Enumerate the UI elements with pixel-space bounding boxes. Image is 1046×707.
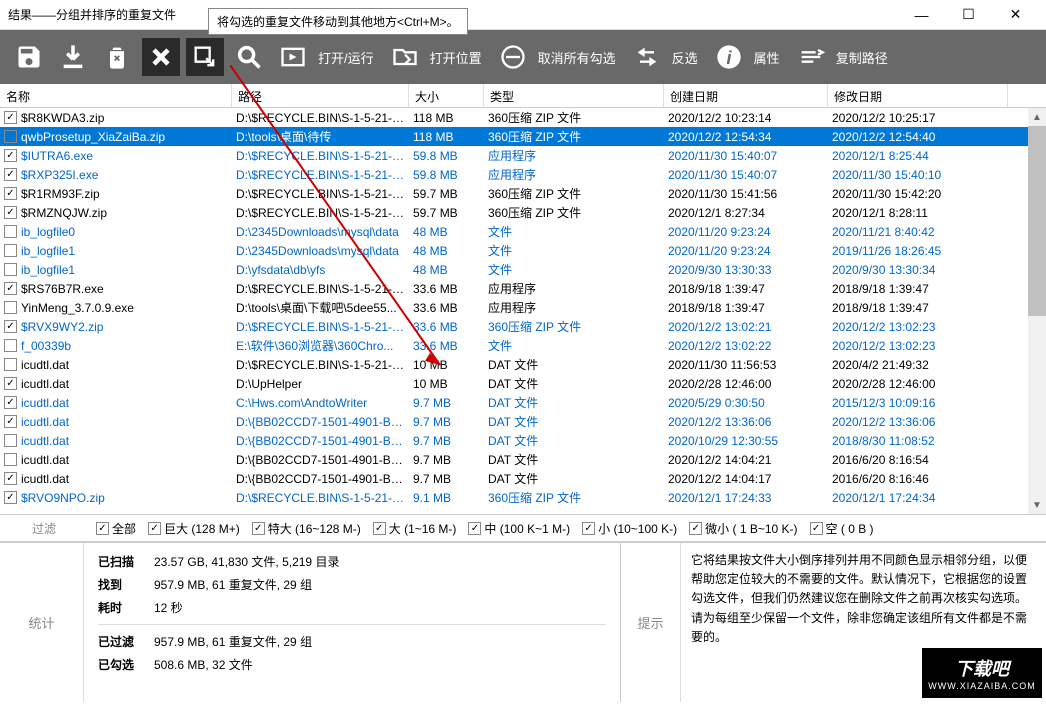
download-icon[interactable] [54, 38, 92, 76]
uncheck-all-label[interactable]: 取消所有勾选 [538, 48, 616, 67]
table-row[interactable]: ib_logfile1D:\2345Downloads\mysql\data48… [0, 241, 1046, 260]
table-row[interactable]: $RMZNQJW.zipD:\$RECYCLE.BIN\S-1-5-21-21.… [0, 203, 1046, 222]
row-checkbox[interactable] [4, 206, 17, 219]
delete-icon[interactable] [142, 38, 180, 76]
table-row[interactable]: $RVX9WY2.zipD:\$RECYCLE.BIN\S-1-5-21-21.… [0, 317, 1046, 336]
scroll-up-icon[interactable]: ▲ [1028, 108, 1046, 126]
search-icon[interactable] [230, 38, 268, 76]
table-row[interactable]: ib_logfile0D:\2345Downloads\mysql\data48… [0, 222, 1046, 241]
scrollbar[interactable]: ▲ ▼ [1028, 108, 1046, 514]
row-checkbox[interactable] [4, 301, 17, 314]
uncheck-all-icon[interactable] [494, 38, 532, 76]
filter-big-check[interactable] [252, 522, 265, 535]
row-checkbox[interactable] [4, 434, 17, 447]
row-checkbox[interactable] [4, 282, 17, 295]
save-icon[interactable] [10, 38, 48, 76]
row-checkbox[interactable] [4, 396, 17, 409]
scroll-down-icon[interactable]: ▼ [1028, 496, 1046, 514]
table-row[interactable]: qwbProsetup_XiaZaiBa.zipD:\tools\桌面\待传11… [0, 127, 1046, 146]
table-row[interactable]: $IUTRA6.exeD:\$RECYCLE.BIN\S-1-5-21-21..… [0, 146, 1046, 165]
filter-empty-check[interactable] [810, 522, 823, 535]
move-icon[interactable] [186, 38, 224, 76]
properties-icon[interactable]: i [710, 38, 748, 76]
col-name[interactable]: 名称 [0, 84, 232, 107]
copy-path-label[interactable]: 复制路径 [836, 48, 888, 67]
tooltip: 将勾选的重复文件移动到其他地方<Ctrl+M>。 [208, 8, 468, 35]
stats-body: 已扫描23.57 GB, 41,830 文件, 5,219 目录 找到957.9… [84, 543, 620, 702]
table-row[interactable]: ib_logfile1D:\yfsdata\db\yfs48 MB文件2020/… [0, 260, 1046, 279]
stats-label: 统计 [0, 543, 84, 702]
table-header: 名称 路径 大小 类型 创建日期 修改日期 [0, 84, 1046, 108]
open-run-icon[interactable] [274, 38, 312, 76]
toolbar: 将勾选的重复文件移动到其他地方<Ctrl+M>。 打开/运行 打开位置 取消所有… [0, 30, 1046, 84]
open-run-label[interactable]: 打开/运行 [318, 48, 374, 67]
watermark: 下载吧 WWW.XIAZAIBA.COM [922, 648, 1042, 698]
table-row[interactable]: $RS76B7R.exeD:\$RECYCLE.BIN\S-1-5-21-21.… [0, 279, 1046, 298]
row-checkbox[interactable] [4, 339, 17, 352]
filter-large-check[interactable] [373, 522, 386, 535]
row-checkbox[interactable] [4, 472, 17, 485]
close-button[interactable]: ✕ [993, 1, 1038, 29]
maximize-button[interactable]: ☐ [946, 1, 991, 29]
properties-label[interactable]: 属性 [754, 48, 780, 67]
recycle-icon[interactable] [98, 38, 136, 76]
filter-all-check[interactable] [96, 522, 109, 535]
open-location-label[interactable]: 打开位置 [430, 48, 482, 67]
col-modified[interactable]: 修改日期 [828, 84, 1008, 107]
table-row[interactable]: icudtl.datD:\UpHelper10 MBDAT 文件2020/2/2… [0, 374, 1046, 393]
table-body[interactable]: $R8KWDA3.zipD:\$RECYCLE.BIN\S-1-5-21-21.… [0, 108, 1046, 514]
row-checkbox[interactable] [4, 111, 17, 124]
invert-icon[interactable] [628, 38, 666, 76]
table-row[interactable]: $R1RM93F.zipD:\$RECYCLE.BIN\S-1-5-21-21.… [0, 184, 1046, 203]
row-checkbox[interactable] [4, 149, 17, 162]
row-checkbox[interactable] [4, 168, 17, 181]
table-row[interactable]: $RXP325I.exeD:\$RECYCLE.BIN\S-1-5-21-21.… [0, 165, 1046, 184]
col-type[interactable]: 类型 [484, 84, 664, 107]
table-row[interactable]: icudtl.datD:\{BB02CCD7-1501-4901-B5E...9… [0, 412, 1046, 431]
tips-label: 提示 [621, 543, 681, 702]
table-row[interactable]: icudtl.datD:\{BB02CCD7-1501-4901-B5E...9… [0, 450, 1046, 469]
table-row[interactable]: YinMeng_3.7.0.9.exeD:\tools\桌面\下载吧\5dee5… [0, 298, 1046, 317]
invert-label[interactable]: 反选 [672, 48, 698, 67]
filter-bar: 过滤 全部 巨大 (128 M+) 特大 (16~128 M-) 大 (1~16… [0, 514, 1046, 542]
row-checkbox[interactable] [4, 244, 17, 257]
filter-label: 过滤 [4, 520, 84, 537]
row-checkbox[interactable] [4, 263, 17, 276]
copy-path-icon[interactable] [792, 38, 830, 76]
minimize-button[interactable]: — [899, 1, 944, 29]
row-checkbox[interactable] [4, 130, 17, 143]
row-checkbox[interactable] [4, 491, 17, 504]
row-checkbox[interactable] [4, 453, 17, 466]
table-row[interactable]: icudtl.datD:\$RECYCLE.BIN\S-1-5-21-21...… [0, 355, 1046, 374]
col-created[interactable]: 创建日期 [664, 84, 828, 107]
table-row[interactable]: f_00339bE:\软件\360浏览器\360Chro...33.6 MB文件… [0, 336, 1046, 355]
table-row[interactable]: icudtl.datC:\Hws.com\AndtoWriter9.7 MBDA… [0, 393, 1046, 412]
open-location-icon[interactable] [386, 38, 424, 76]
table-row[interactable]: $RVO9NPO.zipD:\$RECYCLE.BIN\S-1-5-21-21.… [0, 488, 1046, 507]
filter-huge-check[interactable] [148, 522, 161, 535]
row-checkbox[interactable] [4, 187, 17, 200]
row-checkbox[interactable] [4, 415, 17, 428]
row-checkbox[interactable] [4, 377, 17, 390]
filter-medium-check[interactable] [468, 522, 481, 535]
table-row[interactable]: $R8KWDA3.zipD:\$RECYCLE.BIN\S-1-5-21-21.… [0, 108, 1046, 127]
scroll-thumb[interactable] [1028, 126, 1046, 316]
filter-tiny-check[interactable] [689, 522, 702, 535]
row-checkbox[interactable] [4, 358, 17, 371]
table-row[interactable]: icudtl.datD:\{BB02CCD7-1501-4901-B5E...9… [0, 469, 1046, 488]
table-row[interactable]: icudtl.datD:\{BB02CCD7-1501-4901-B5E...9… [0, 431, 1046, 450]
col-path[interactable]: 路径 [232, 84, 409, 107]
col-size[interactable]: 大小 [409, 84, 484, 107]
svg-text:i: i [726, 47, 732, 68]
filter-small-check[interactable] [582, 522, 595, 535]
row-checkbox[interactable] [4, 320, 17, 333]
row-checkbox[interactable] [4, 225, 17, 238]
